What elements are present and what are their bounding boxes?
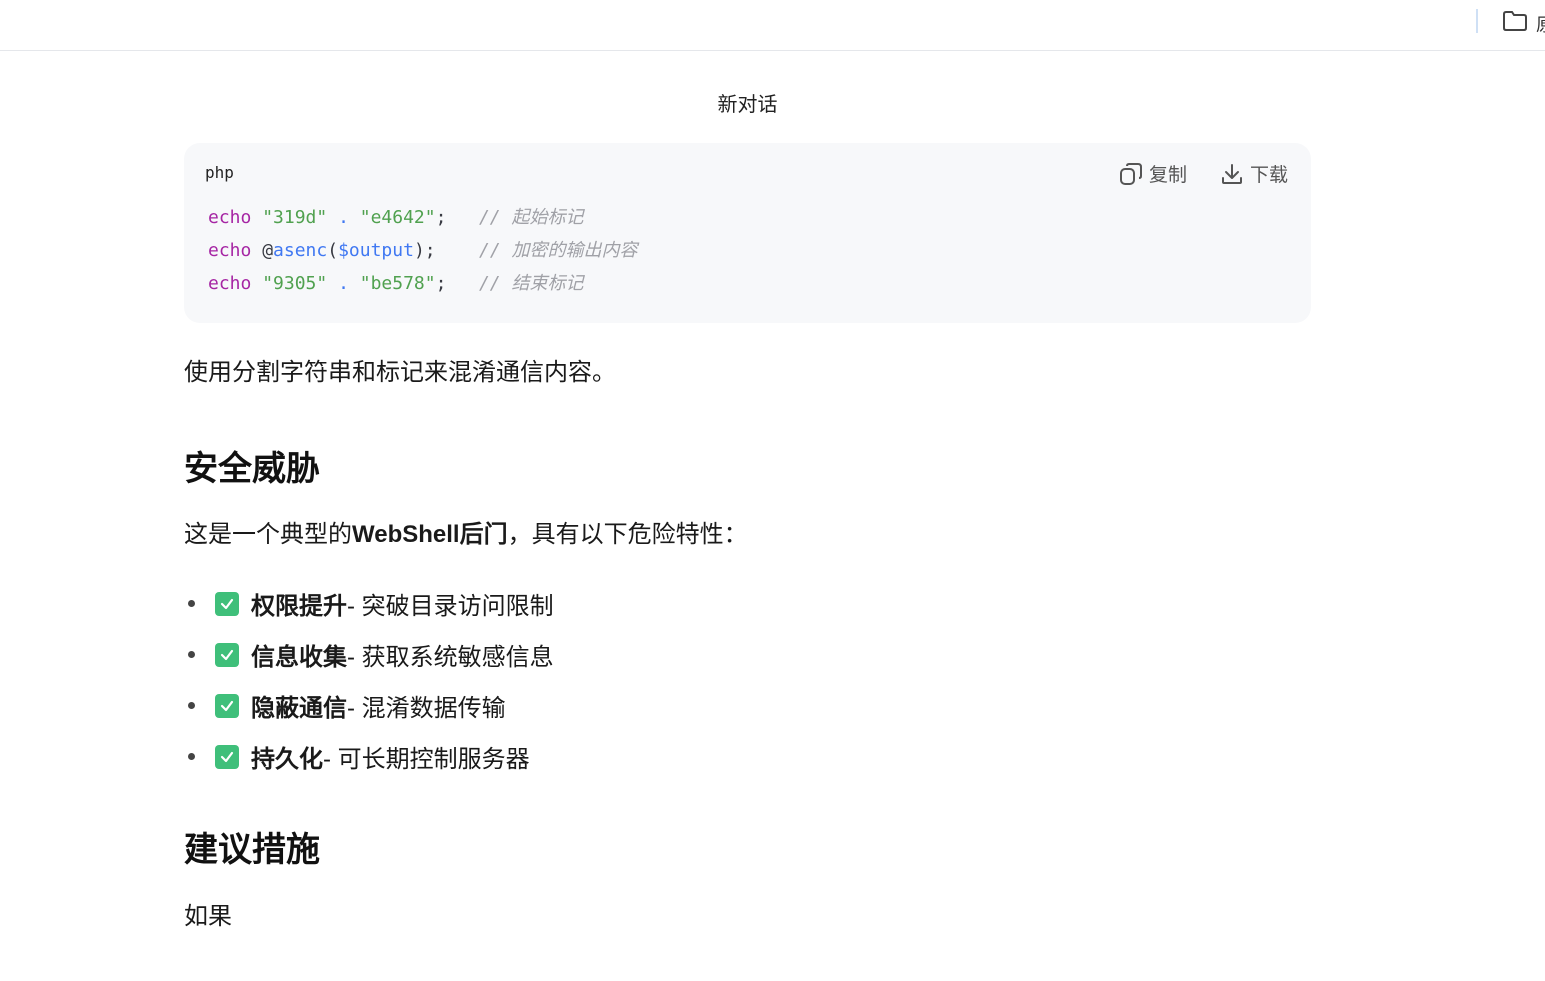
top-bar: 原: [0, 0, 1545, 51]
section-heading-security-threats: 安全威胁: [184, 450, 320, 488]
toolbar-divider: [1476, 9, 1478, 33]
list-item-title: 隐蔽通信: [251, 695, 347, 722]
code-language-label: php: [205, 163, 234, 182]
list-item: 信息收集 - 获取系统敏感信息: [184, 629, 554, 680]
bullet-dot: [188, 702, 195, 709]
webshell-emphasis: WebShell后门: [352, 521, 508, 548]
section-intro: 这是一个典型的WebShell后门，具有以下危险特性：: [184, 521, 748, 548]
paragraph: 使用分割字符串和标记来混淆通信内容。: [184, 359, 616, 386]
download-button[interactable]: 下载: [1220, 160, 1288, 187]
copy-label: 复制: [1149, 165, 1188, 186]
list-item: 权限提升 - 突破目录访问限制: [184, 578, 554, 629]
list-item-title: 权限提升: [251, 593, 347, 620]
folder-label[interactable]: 原: [1536, 11, 1545, 37]
feature-list: 权限提升 - 突破目录访问限制 信息收集 - 获取系统敏感信息 隐蔽通信 - 混…: [184, 578, 554, 782]
copy-button[interactable]: 复制: [1119, 160, 1187, 187]
check-icon: [215, 744, 239, 769]
bullet-dot: [188, 600, 195, 607]
streaming-paragraph: 如果: [184, 903, 232, 930]
code-block: php 复制 下载 echo "319d" . "e4642"; // 起始标记…: [184, 143, 1311, 323]
folder-icon[interactable]: [1502, 10, 1528, 32]
conversation-title: 新对话: [717, 94, 778, 116]
list-item-desc: - 突破目录访问限制: [347, 593, 554, 620]
bullet-dot: [188, 753, 195, 760]
section-heading-recommendations: 建议措施: [184, 831, 320, 869]
check-icon: [215, 642, 239, 667]
list-item-title: 持久化: [251, 746, 323, 773]
download-icon: [1222, 163, 1242, 184]
check-icon: [215, 591, 239, 616]
list-item-desc: - 可长期控制服务器: [323, 746, 530, 773]
code-line: echo @asenc($output); // 加密的输出内容: [208, 240, 638, 261]
list-item-desc: - 混淆数据传输: [347, 695, 506, 722]
code-line: echo "9305" . "be578"; // 结束标记: [208, 273, 584, 294]
code-line: echo "319d" . "e4642"; // 起始标记: [208, 207, 584, 228]
download-label: 下载: [1250, 165, 1289, 186]
code-content: echo "319d" . "e4642"; // 起始标记 echo @asen…: [208, 201, 638, 300]
list-item: 隐蔽通信 - 混淆数据传输: [184, 680, 554, 731]
check-icon: [215, 693, 239, 718]
copy-icon: [1120, 162, 1142, 185]
list-item-title: 信息收集: [251, 644, 347, 671]
list-item: 持久化 - 可长期控制服务器: [184, 731, 554, 782]
bullet-dot: [188, 651, 195, 658]
list-item-desc: - 获取系统敏感信息: [347, 644, 554, 671]
